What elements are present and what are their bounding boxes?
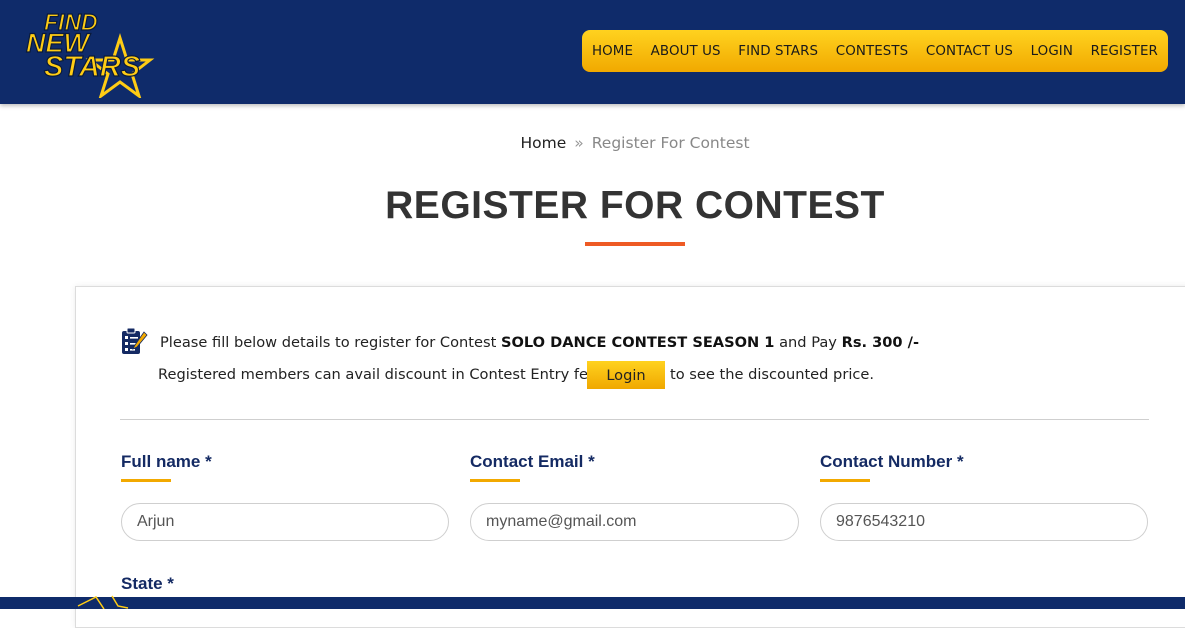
nav-register[interactable]: REGISTER — [1091, 44, 1158, 59]
contact-email-label: Contact Email * — [470, 452, 595, 471]
main-nav: HOME ABOUT US FIND STARS CONTESTS CONTAC… — [582, 30, 1168, 72]
full-name-label: Full name * — [121, 452, 212, 471]
contact-number-input[interactable] — [820, 503, 1148, 541]
state-label: State * — [121, 574, 174, 593]
nav-find-stars[interactable]: FIND STARS — [738, 44, 818, 59]
nav-login[interactable]: LOGIN — [1031, 44, 1073, 59]
contact-number-label-underline — [820, 479, 870, 482]
logo-text-stars: STARS — [44, 51, 141, 83]
contest-info-prefix: Please fill below details to register fo… — [160, 334, 501, 351]
find-new-stars-logo[interactable]: FIND NEW STARS — [24, 8, 200, 98]
discount-info-text: Registered members can avail discount in… — [158, 366, 610, 383]
breadcrumb-current: Register For Contest — [591, 134, 750, 152]
breadcrumb: Home » Register For Contest — [0, 134, 1185, 152]
star-decoration-icon — [77, 595, 129, 609]
contest-name: SOLO DANCE CONTEST SEASON 1 — [500, 334, 775, 351]
discount-info-suffix: to see the discounted price. — [670, 366, 875, 383]
full-name-input[interactable] — [121, 503, 449, 541]
page-title: REGISTER FOR CONTEST — [385, 184, 885, 227]
login-button[interactable]: Login — [587, 361, 665, 389]
nav-home[interactable]: HOME — [592, 44, 633, 59]
breadcrumb-home-link[interactable]: Home — [520, 134, 566, 152]
section-divider — [120, 419, 1149, 420]
nav-about-us[interactable]: ABOUT US — [651, 44, 721, 59]
footer-bar — [0, 597, 1185, 609]
nav-contests[interactable]: CONTESTS — [836, 44, 909, 59]
contest-info-middle: and Pay — [774, 334, 842, 351]
nav-contact-us[interactable]: CONTACT US — [926, 44, 1013, 59]
contest-price: Rs. 300 /- — [841, 334, 920, 351]
site-header: FIND NEW STARS HOME ABOUT US FIND STARS … — [0, 0, 1185, 104]
breadcrumb-separator: » — [574, 134, 584, 152]
full-name-label-underline — [121, 479, 171, 482]
contact-email-input[interactable] — [470, 503, 799, 541]
clipboard-edit-icon — [122, 327, 148, 354]
contact-number-label: Contact Number * — [820, 452, 964, 471]
title-underline — [585, 242, 685, 246]
contest-info-text: Please fill below details to register fo… — [160, 334, 919, 351]
contact-email-label-underline — [470, 479, 520, 482]
